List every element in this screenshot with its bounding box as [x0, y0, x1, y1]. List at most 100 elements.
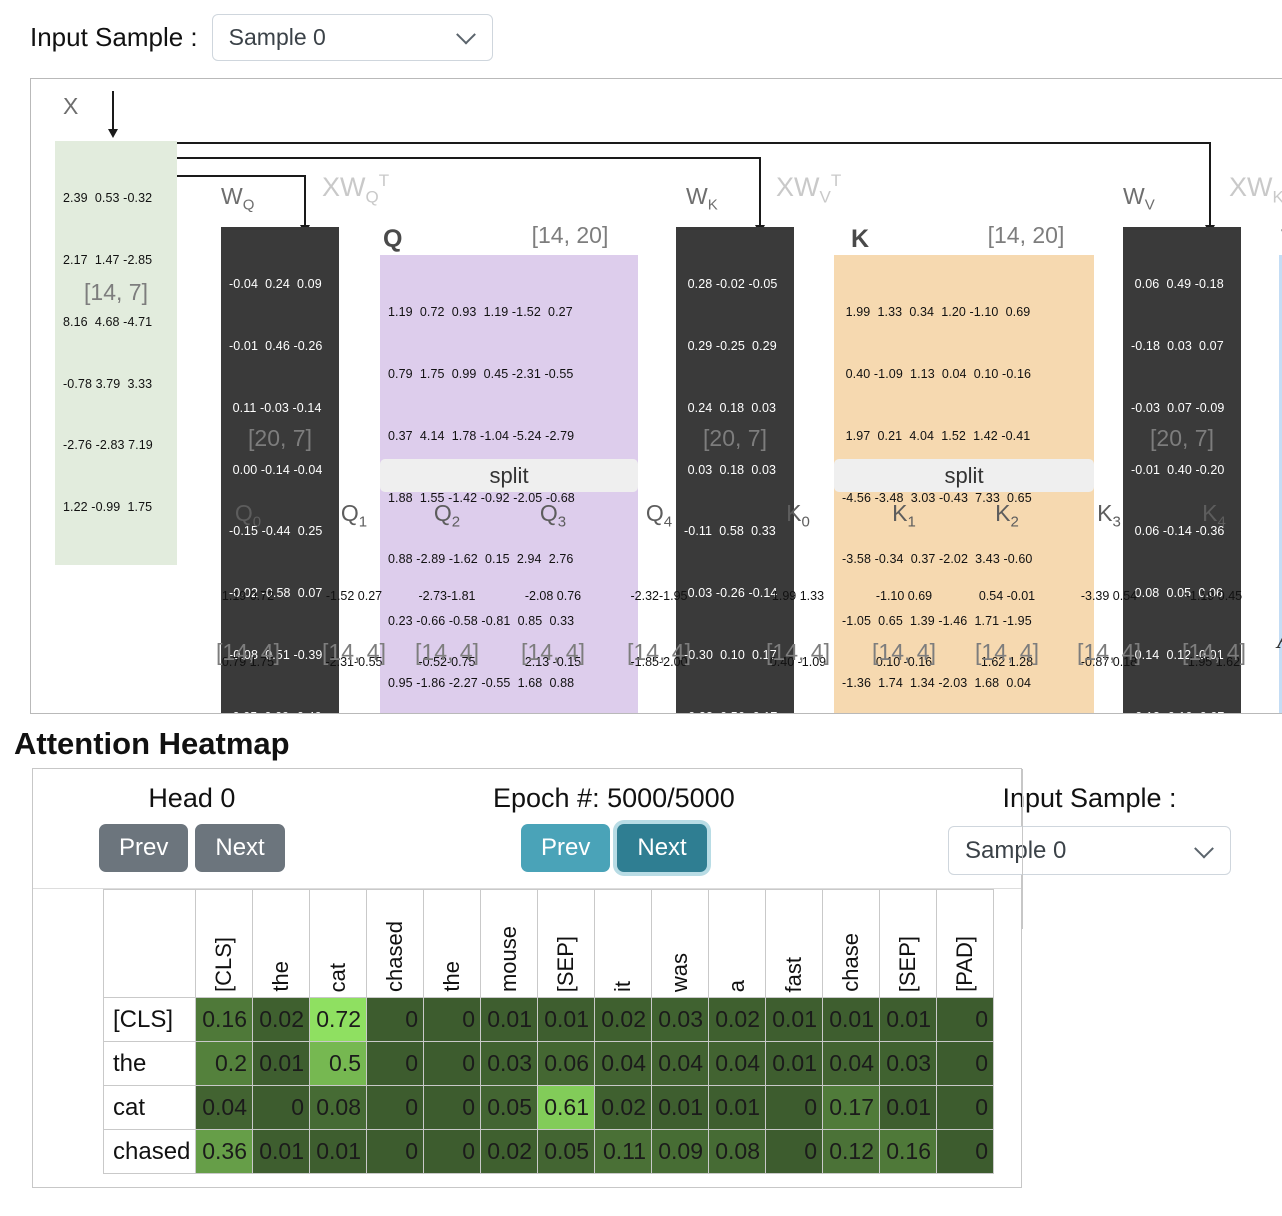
heatmap-sample-select[interactable]: Sample 0	[948, 826, 1231, 875]
q3-shape: [14, 4]	[521, 639, 585, 665]
heatmap-corner-cell	[103, 889, 196, 998]
head-next-button[interactable]: Next	[195, 824, 285, 872]
heatmap-col-header-label: [PAD]	[952, 936, 977, 992]
xwv-ghost-label: XWVT	[776, 171, 841, 207]
x-matrix: 2.39 0.53 -0.32 2.17 1.47 -2.85 8.16 4.6…	[55, 141, 177, 565]
q4-shape: [14, 4]	[627, 639, 691, 665]
heatmap-cell: 0.16	[195, 997, 253, 1042]
k-split-bar[interactable]: split	[834, 459, 1094, 492]
wv-matrix-row: -0.01 0.40 -0.20	[1131, 462, 1225, 477]
heatmap-cell: 0.05	[537, 1129, 595, 1174]
heatmap-cell: 0.01	[252, 1041, 310, 1086]
k2-chip-label: K2	[965, 500, 1049, 531]
heatmap-cell: 0	[936, 997, 994, 1042]
heatmap-table-wrap: [CLS] the cat chased the mouse [SEP] it was a fast…	[33, 889, 1021, 1174]
heatmap-cell: 0.61	[537, 1085, 595, 1130]
heatmap-cell: 0.01	[651, 1085, 709, 1130]
k-matrix-row: 0.40 -1.09 1.13 0.04 0.10 -0.16	[842, 366, 1032, 381]
wk-label-text: W	[686, 183, 708, 209]
heatmap-col-header: it	[594, 889, 652, 998]
k1-chip-label: K1	[862, 500, 946, 531]
wv-matrix-row: 0.06 0.49 -0.18	[1131, 277, 1224, 292]
xwk-ghost-label: XWKT	[1229, 171, 1282, 207]
heatmap-cell: 0.02	[252, 997, 310, 1042]
k1-matrix: -1.10 0.69 0.10 -0.16 1.42 -0.41 7.33 0.…	[862, 535, 946, 713]
q0-shape: [14, 4]	[216, 639, 280, 665]
heatmap-cell: 0	[423, 1041, 481, 1086]
q3-chip-label: Q3	[511, 500, 595, 531]
k-matrix-row: 1.97 0.21 4.04 1.52 1.42 -0.41	[842, 428, 1031, 443]
heatmap-col-header-label: fast	[781, 956, 806, 992]
wq-matrix-row: -0.04 0.24 0.09	[229, 277, 322, 292]
x-matrix-row: 2.39 0.53 -0.32	[63, 191, 153, 206]
head-prev-button[interactable]: Prev	[99, 824, 189, 872]
input-sample-label: Input Sample :	[30, 21, 198, 52]
heatmap-cell: 0	[366, 997, 424, 1042]
heatmap-cell: 0	[423, 997, 481, 1042]
heatmap-cell: 0.01	[765, 997, 823, 1042]
heatmap-col-header: cat	[309, 889, 367, 998]
epoch-button-row: Prev Next	[521, 824, 707, 872]
epoch-next-button[interactable]: Next	[617, 824, 707, 872]
heatmap-cell: 0.02	[480, 1129, 538, 1174]
heatmap-cell: 0	[366, 1129, 424, 1174]
k3-matrix: -3.39 0.54 -0.87 0.18 0.28 -2.39 10.06-2…	[1067, 535, 1151, 713]
q0-matrix: 1.19 0.72 0.79 1.75 0.37 4.14 1.88 1.55	[206, 535, 290, 713]
heatmap-col-header-label: the	[268, 961, 293, 992]
heatmap-cell: 0.01	[822, 997, 880, 1042]
k3-chip-label: K3	[1067, 500, 1151, 531]
heatmap-cell: 0.08	[708, 1129, 766, 1174]
connector-drop-wk	[759, 157, 761, 227]
heatmap-sample-label: Input Sample :	[1002, 783, 1177, 813]
heatmap-cell: 0	[765, 1129, 823, 1174]
q3-matrix: -2.08 0.76 2.13 -0.15 3.56 -0.31 1.51 -6…	[511, 535, 595, 713]
k0-chip-name: K	[786, 500, 802, 526]
q1-row: -1.52 0.27	[325, 589, 383, 603]
q4-chip-label: Q4	[617, 500, 701, 531]
q0-chip-name: Q	[234, 500, 253, 526]
heatmap-col-header: mouse	[480, 889, 538, 998]
k0-chip-label: K0	[756, 500, 840, 531]
heatmap-row-header: the	[103, 1041, 196, 1086]
k4-chip-sub: 4	[1217, 513, 1226, 531]
wk-matrix-row: 0.24 0.18 0.03	[684, 400, 777, 415]
epoch-title: Epoch #: 5000/5000	[493, 783, 735, 813]
k4-chip-label: K4	[1172, 500, 1256, 531]
q-matrix-row: 1.19 0.72 0.93 1.19 -1.52 0.27	[388, 305, 573, 320]
heatmap-row: chased 0.36 0.01 0.01 0 0 0.02 0.05 0.11 0.09 0.08…	[103, 1129, 994, 1174]
xwq-ghost-sup: T	[378, 171, 390, 190]
heatmap-cell: 0.01	[252, 1129, 310, 1174]
attention-heatmap-table: [CLS] the cat chased the mouse [SEP] it was a fast…	[103, 889, 994, 1174]
q-split-bar[interactable]: split	[380, 459, 638, 492]
k3-row: -3.39 0.54	[1080, 589, 1138, 603]
q2-chip-label: Q2	[405, 500, 489, 531]
heatmap-col-header: [CLS]	[195, 889, 253, 998]
k0-shape: [14, 4]	[766, 639, 830, 665]
input-sample-select[interactable]: Sample 0	[211, 13, 493, 61]
heatmap-cell: 0.01	[708, 1085, 766, 1130]
k4-chip-name: K	[1202, 500, 1218, 526]
epoch-prev-button[interactable]: Prev	[521, 824, 611, 872]
heatmap-sample-select-value: Sample 0	[965, 836, 1067, 864]
xwv-ghost-sub: V	[819, 187, 831, 207]
heatmap-cell: 0	[936, 1041, 994, 1086]
k1-shape: [14, 4]	[872, 639, 936, 665]
heatmap-col-header-label: a	[724, 979, 749, 992]
heatmap-col-header-label: the	[439, 961, 464, 992]
k0-matrix: 1.99 1.33 0.40 -1.09 1.97 0.21 -4.56-3.4…	[756, 535, 840, 713]
x-matrix-shape: [14, 7]	[84, 279, 148, 305]
connector-drop-wq	[304, 175, 306, 227]
heatmap-cell: 0.01	[879, 1085, 937, 1130]
heatmap-cell: 0.36	[195, 1129, 253, 1174]
wq-matrix-row: -0.01 0.46 -0.26	[229, 338, 323, 353]
ai-label-text: A	[1277, 624, 1282, 654]
heatmap-col-header-label: [CLS]	[211, 936, 236, 992]
q3-chip-name: Q	[539, 500, 558, 526]
heatmap-col-header-label: was	[667, 952, 692, 992]
k0-chip-sub: 0	[801, 513, 810, 531]
wk-label-sub: K	[707, 196, 718, 214]
q3-chip-sub: 3	[557, 513, 567, 531]
q1-chip-name: Q	[340, 500, 359, 526]
k1-chip-sub: 1	[907, 513, 916, 531]
wv-matrix-row: -0.18 0.03 0.07	[1131, 338, 1224, 353]
